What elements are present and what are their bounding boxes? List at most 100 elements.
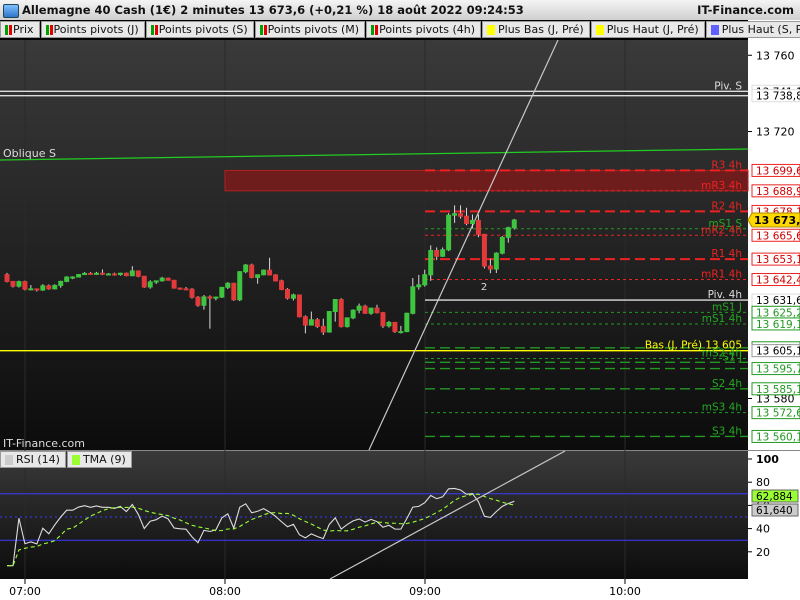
candle-body: [159, 277, 165, 282]
price-tag-label: 13 619,1: [756, 319, 800, 331]
watermark: IT-Finance.com: [3, 437, 85, 450]
candle-body: [374, 307, 380, 314]
candle-body: [410, 286, 416, 314]
rsi-value-label: 61,640: [756, 505, 793, 517]
price-tick-label: 13 720: [756, 126, 795, 139]
candle-body: [368, 307, 374, 314]
legend-label: Points pivots (M): [267, 23, 360, 36]
legend-swatch: [259, 24, 263, 35]
candle-body: [99, 272, 105, 275]
candle-body: [392, 321, 398, 333]
price-tag-label: 13 585,1: [756, 384, 800, 396]
candle-body: [88, 272, 94, 275]
legend-swatch: [371, 24, 375, 35]
candle-body: [40, 285, 46, 291]
pivot-level-label: S3 4h: [712, 425, 742, 437]
candle-body: [356, 305, 362, 311]
candle-body: [416, 284, 422, 288]
candle-body: [446, 214, 452, 251]
candle-body: [261, 269, 267, 276]
candle-body: [314, 319, 320, 327]
candle-body: [481, 233, 487, 267]
candle-body: [117, 272, 123, 276]
pivot-level-label: Piv. S: [714, 80, 742, 92]
price-tag-label: 13 688,9: [756, 186, 800, 198]
candle-body: [302, 316, 308, 326]
legend-item[interactable]: Points pivots (J): [40, 21, 145, 38]
resistance-zone: [224, 169, 749, 192]
pivot-level-label: Piv. 4h: [708, 289, 742, 301]
candle-body: [267, 269, 273, 276]
rsi-legend-item[interactable]: TMA (9): [66, 451, 132, 468]
indicator-legend: Prix Points pivots (J) Points pivots (S) Po…: [0, 21, 800, 38]
candle-body: [153, 280, 159, 283]
candle-body: [380, 312, 386, 327]
candle-body: [290, 294, 296, 299]
legend-item[interactable]: Points pivots (M): [254, 21, 366, 38]
candle-body: [58, 280, 64, 286]
legend-swatch: [5, 24, 8, 35]
time-tick-label: 10:00: [609, 585, 641, 598]
legend-label: TMA (9): [82, 453, 126, 466]
candle-body: [177, 287, 183, 290]
legend-item[interactable]: Points pivots (S): [145, 21, 254, 38]
legend-item[interactable]: Points pivots (4h): [366, 21, 482, 38]
price-tag-label: 13 560,1: [756, 431, 800, 443]
legend-item[interactable]: Plus Haut (S, Pré): [705, 21, 800, 38]
price-tag-label: 13 699,6: [756, 165, 800, 177]
candle-body: [123, 272, 129, 277]
candle-body: [344, 317, 350, 328]
pivot-level-label: mR2 4h: [701, 224, 742, 236]
price-tag-label: 13 738,8: [756, 91, 800, 103]
candle-body: [308, 319, 314, 326]
candle-body: [76, 274, 82, 278]
oblique-label: Oblique S: [3, 147, 56, 160]
candle-body: [279, 280, 285, 290]
candle-body: [434, 250, 440, 257]
candle-body: [64, 276, 70, 282]
candle-body: [273, 274, 279, 282]
candle-body: [22, 281, 28, 290]
candle-body: [16, 281, 22, 287]
time-tick-label: 07:00: [9, 585, 41, 598]
pivot-level-label: R3 4h: [711, 159, 742, 171]
legend-swatch: [487, 24, 496, 35]
rsi-tick-label: 40: [756, 523, 770, 536]
candle-body: [350, 309, 356, 319]
pivot-level-label: mS1 4h: [702, 313, 742, 325]
rsi-tick-label: 80: [756, 476, 770, 489]
candle-body: [46, 285, 52, 290]
legend-swatch: [263, 24, 267, 35]
price-tag-label: 13 665,6: [756, 230, 800, 242]
price-tag-label: 13 605,1: [756, 346, 800, 358]
rsi-legend-item[interactable]: RSI (14): [0, 451, 66, 468]
legend-item[interactable]: Prix: [0, 21, 40, 38]
legend-item[interactable]: Plus Haut (J, Pré): [590, 21, 705, 38]
legend-swatch: [710, 24, 719, 35]
candle-body: [219, 286, 225, 298]
candle-body: [141, 275, 147, 288]
legend-item[interactable]: Plus Bas (J, Pré): [482, 21, 590, 38]
legend-label: Points pivots (S): [158, 23, 248, 36]
pivot-level-label: mS3 4h: [702, 402, 742, 414]
price-tag-label: 13 595,7: [756, 364, 800, 376]
candle-body: [326, 311, 332, 333]
candle-body: [243, 264, 249, 273]
candle-body: [464, 215, 470, 224]
last-price-label: 13 673,6: [754, 214, 800, 227]
candle-body: [505, 227, 511, 238]
legend-label: Plus Haut (J, Pré): [606, 23, 699, 36]
candle-body: [475, 219, 481, 235]
candle-body: [320, 325, 326, 333]
legend-label: Prix: [13, 23, 34, 36]
time-tick-label: 09:00: [409, 585, 441, 598]
candle-body: [34, 288, 40, 291]
candle-body: [332, 299, 338, 313]
candle-body: [111, 273, 117, 276]
pivot-level-label: mS1 J: [712, 301, 742, 313]
legend-label: Points pivots (4h): [379, 23, 476, 36]
legend-swatch: [9, 24, 12, 35]
price-tick-label: 13 760: [756, 49, 795, 62]
candle-body: [183, 288, 189, 291]
candle-body: [398, 331, 404, 334]
